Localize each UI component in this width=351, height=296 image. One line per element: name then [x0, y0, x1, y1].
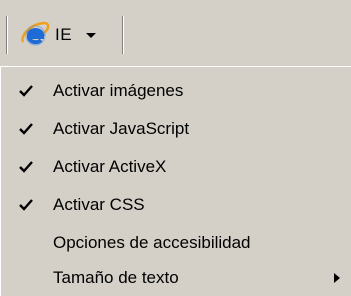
menu-item-label: Activar CSS [53, 195, 145, 214]
ie-logo-icon [21, 21, 50, 46]
checkmark-icon [19, 123, 33, 135]
menu-item-tamano-texto[interactable]: Tamaño de texto [1, 260, 350, 296]
ie-dropdown-button[interactable]: IE [20, 16, 116, 54]
ie-button-label: IE [55, 25, 73, 44]
menu-item-activar-imagenes[interactable]: Activar imágenes [1, 73, 350, 109]
chevron-down-icon [86, 32, 97, 38]
menu-item-activar-javascript[interactable]: Activar JavaScript [1, 111, 350, 147]
menu-item-label: Opciones de accesibilidad [53, 233, 251, 252]
toolbar-separator [6, 16, 8, 54]
menu-item-opciones-accesibilidad[interactable]: Opciones de accesibilidad [1, 225, 350, 261]
toolbar-separator [122, 16, 124, 54]
checkmark-icon [19, 199, 33, 211]
menu-item-activar-activex[interactable]: Activar ActiveX [1, 149, 350, 185]
menu-item-label: Activar ActiveX [53, 157, 167, 176]
checkmark-icon [19, 85, 33, 97]
dropdown-menu: Activar imágenes Activar JavaScript Acti… [0, 66, 351, 296]
toolbar: IE [0, 0, 351, 66]
menu-item-label: Tamaño de texto [53, 268, 179, 287]
checkmark-icon [19, 161, 33, 173]
menu-item-activar-css[interactable]: Activar CSS [1, 187, 350, 223]
menu-item-label: Activar imágenes [53, 81, 184, 100]
submenu-arrow-icon [334, 273, 340, 283]
menu-item-label: Activar JavaScript [53, 119, 190, 138]
